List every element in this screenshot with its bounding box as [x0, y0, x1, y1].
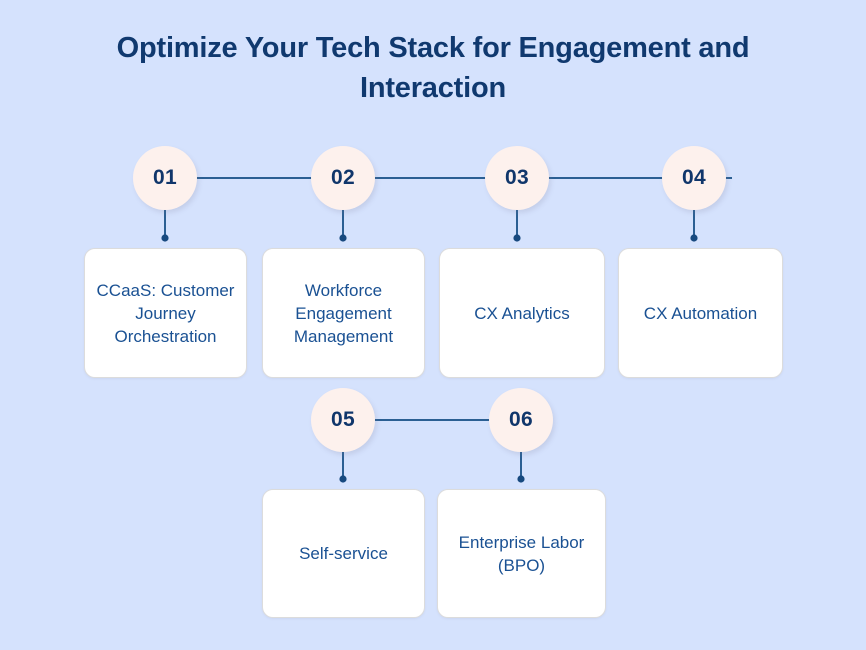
step-card-05[interactable]: Self-service	[262, 489, 425, 618]
step-number-06: 06	[509, 408, 533, 431]
step-card-03[interactable]: CX Analytics	[439, 248, 605, 378]
step-card-04[interactable]: CX Automation	[618, 248, 783, 378]
step-circle-05[interactable]: 05	[311, 388, 375, 452]
step-circle-01[interactable]: 01	[133, 146, 197, 210]
infographic-canvas: Optimize Your Tech Stack for Engagement …	[0, 0, 866, 650]
step-card-label-06: Enterprise Labor (BPO)	[458, 532, 585, 575]
step-card-label-05: Self-service	[299, 544, 388, 563]
step-card-02[interactable]: Workforce Engagement Management	[262, 248, 425, 378]
step-number-02: 02	[331, 166, 355, 189]
step-card-label-04: CX Automation	[643, 303, 758, 323]
step-number-05: 05	[331, 408, 355, 431]
step-number-03: 03	[505, 166, 529, 189]
step-circle-03[interactable]: 03	[485, 146, 549, 210]
step-number-01: 01	[153, 166, 177, 189]
step-card-06[interactable]: Enterprise Labor (BPO)	[437, 489, 606, 618]
step-card-label-03: CX Analytics	[474, 303, 570, 323]
step-card-label-02: Workforce Engagement Management	[293, 280, 394, 346]
step-number-04: 04	[682, 166, 706, 189]
step-card-label-01: CCaaS: Customer Journey Orchestration	[96, 280, 235, 346]
step-circle-06[interactable]: 06	[489, 388, 553, 452]
step-circle-02[interactable]: 02	[311, 146, 375, 210]
page-title: Optimize Your Tech Stack for Engagement …	[116, 32, 750, 104]
step-circle-04[interactable]: 04	[662, 146, 726, 210]
step-card-01[interactable]: CCaaS: Customer Journey Orchestration	[84, 248, 247, 378]
